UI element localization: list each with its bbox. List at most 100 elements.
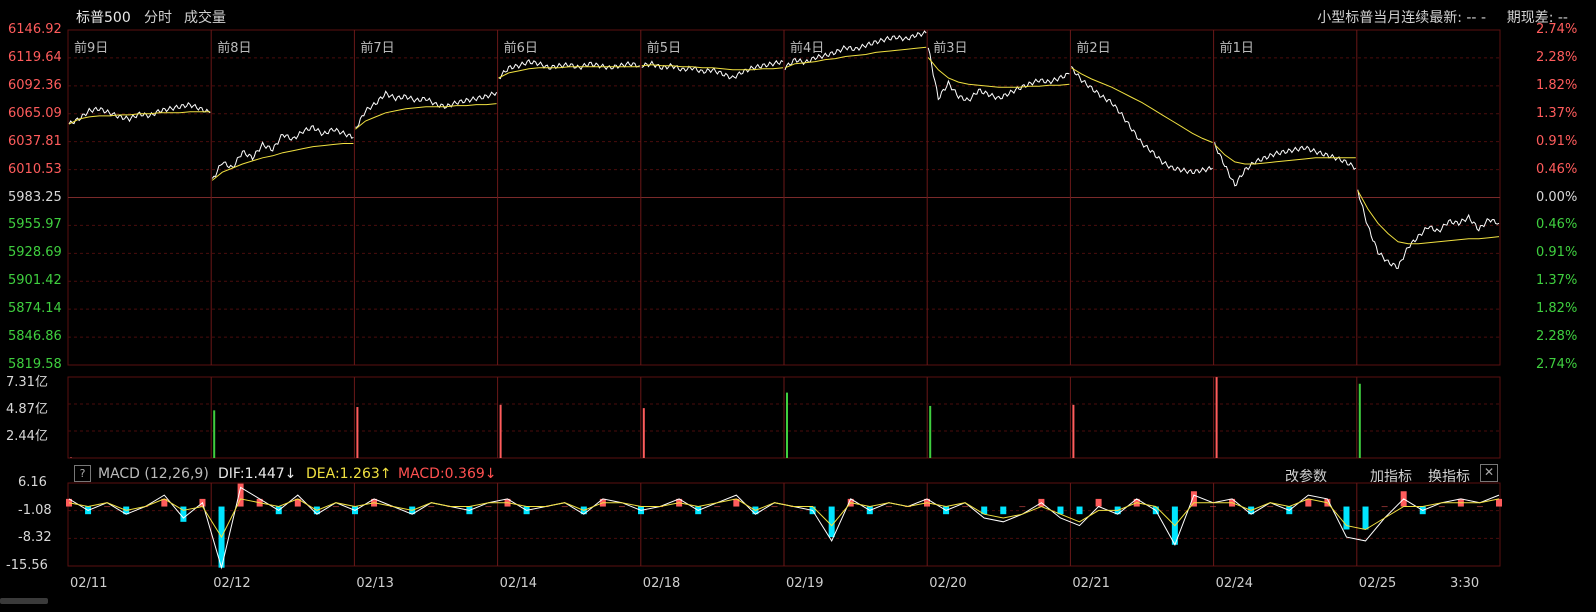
volume-tick-label: 4.87亿 (6, 402, 48, 417)
percent-tick-label: 0.91% (1536, 245, 1578, 261)
date-tick-label: 3:30 (1450, 576, 1480, 591)
percent-tick-label: 2.28% (1536, 49, 1578, 65)
macd-histogram-bar (714, 506, 721, 508)
macd-histogram-bar (828, 506, 835, 538)
price-line (1071, 65, 1213, 175)
price-tick-label: 6037.81 (8, 133, 62, 149)
average-price-line (498, 66, 640, 79)
macd-histogram-bar (1076, 506, 1083, 515)
help-button[interactable]: ? (74, 465, 91, 482)
date-tick-label: 02/21 (1072, 576, 1110, 591)
percent-tick-label: 2.74% (1536, 357, 1578, 372)
horizontal-scrollbar[interactable] (0, 598, 48, 604)
macd-histogram-bar (1095, 498, 1102, 507)
day-label: 前6日 (503, 41, 538, 56)
macd-histogram-bar (1000, 506, 1007, 515)
price-tick-label: 6065.09 (8, 105, 62, 121)
price-line (1357, 189, 1500, 269)
day-label: 前7日 (360, 41, 395, 56)
macd-tick-label: -15.56 (6, 558, 48, 573)
percent-tick-label: 1.37% (1536, 105, 1578, 121)
day-label: 前8日 (217, 41, 252, 56)
macd-histogram-bar (561, 506, 568, 508)
day-label: 前2日 (1076, 41, 1111, 56)
macd-histogram-bar (1496, 498, 1502, 507)
day-label: 前4日 (790, 41, 825, 56)
price-tick-label: 6092.36 (8, 77, 62, 93)
date-tick-label: 02/13 (356, 576, 394, 591)
macd-histogram-bar (1190, 491, 1197, 507)
chart-canvas[interactable] (0, 0, 1596, 612)
macd-tick-label: -8.32 (18, 530, 52, 546)
dea-value: DEA:1.263↑ (306, 466, 392, 482)
date-tick-label: 02/18 (642, 576, 681, 591)
percent-tick-label: 0.91% (1536, 133, 1578, 149)
volume-bar (929, 405, 932, 458)
day-label: 前9日 (74, 41, 109, 56)
macd-histogram-bar (1019, 506, 1026, 508)
price-tick-label: 5819.58 (8, 357, 62, 372)
price-tick-label: 5846.86 (8, 329, 62, 345)
macd-histogram-bar (428, 506, 435, 508)
average-price-line (1071, 67, 1213, 143)
average-price-line (355, 103, 497, 130)
date-tick-label: 02/14 (499, 576, 538, 591)
macd-value: MACD:0.369↓ (398, 466, 497, 482)
percent-tick-label: 2.28% (1536, 329, 1578, 345)
average-price-line (211, 143, 354, 181)
day-label: 前1日 (1219, 41, 1254, 56)
percent-tick-label: 1.82% (1536, 301, 1578, 317)
date-tick-label: 02/24 (1215, 576, 1254, 591)
macd-histogram-bar (1210, 506, 1216, 508)
volume-tick-label: 2.44亿 (6, 429, 48, 444)
price-line (641, 59, 784, 80)
macd-histogram-bar (1267, 506, 1274, 508)
percent-tick-label: 1.82% (1536, 77, 1578, 93)
close-icon[interactable]: ✕ (1480, 464, 1498, 482)
volume-bar (499, 404, 502, 458)
date-tick-label: 02/11 (70, 576, 108, 591)
macd-tick-label: -1.08 (18, 502, 52, 518)
macd-histogram-bar (771, 506, 778, 508)
price-line (1214, 142, 1357, 187)
macd-toolbar: ? MACD (12,26,9) DIF:1.447↓ DEA:1.263↑ M… (70, 464, 1570, 488)
percent-tick-label: 0.46% (1536, 217, 1578, 233)
price-tick-label: 5874.14 (8, 301, 62, 317)
macd-indicator-name: MACD (12,26,9) (98, 466, 209, 482)
volume-bar (356, 407, 359, 458)
volume-bar (1072, 404, 1075, 458)
macd-tick-label: 6.16 (18, 475, 47, 490)
price-line (498, 58, 640, 80)
price-tick-label: 6010.53 (8, 161, 62, 177)
macd-histogram-bar (618, 506, 625, 508)
volume-bar (213, 410, 216, 458)
day-label: 前3日 (933, 41, 968, 56)
macd-histogram-bar (1438, 506, 1445, 508)
volume-bar (1358, 383, 1361, 458)
macd-histogram-bar (885, 506, 892, 508)
volume-bar (1215, 377, 1218, 458)
volume-bar (642, 408, 645, 458)
dif-value: DIF:1.447↓ (218, 466, 297, 482)
percent-tick-label: 1.37% (1536, 273, 1578, 289)
volume-bar (70, 457, 72, 458)
price-tick-label: 5955.97 (8, 217, 62, 233)
switch-indicator-button[interactable]: 换指标 (1428, 466, 1470, 486)
macd-histogram-bar (485, 506, 492, 508)
macd-histogram-bar (332, 506, 339, 508)
change-params-button[interactable]: 改参数 (1285, 466, 1327, 486)
average-price-line (1357, 190, 1500, 245)
price-tick-label: 6119.64 (8, 49, 62, 65)
add-indicator-button[interactable]: 加指标 (1370, 466, 1412, 486)
percent-tick-label: 2.74% (1536, 22, 1578, 37)
price-tick-label: 5928.69 (8, 245, 62, 261)
percent-tick-label: 0.46% (1536, 161, 1578, 177)
price-tick-label: 6146.92 (8, 22, 62, 37)
macd-histogram-bar (1362, 506, 1369, 530)
date-tick-label: 02/25 (1358, 576, 1397, 591)
volume-bar (786, 392, 788, 458)
macd-histogram-bar (1476, 506, 1483, 508)
price-line (355, 90, 498, 128)
macd-histogram-bar (1381, 506, 1388, 508)
macd-histogram-bar (962, 506, 969, 508)
